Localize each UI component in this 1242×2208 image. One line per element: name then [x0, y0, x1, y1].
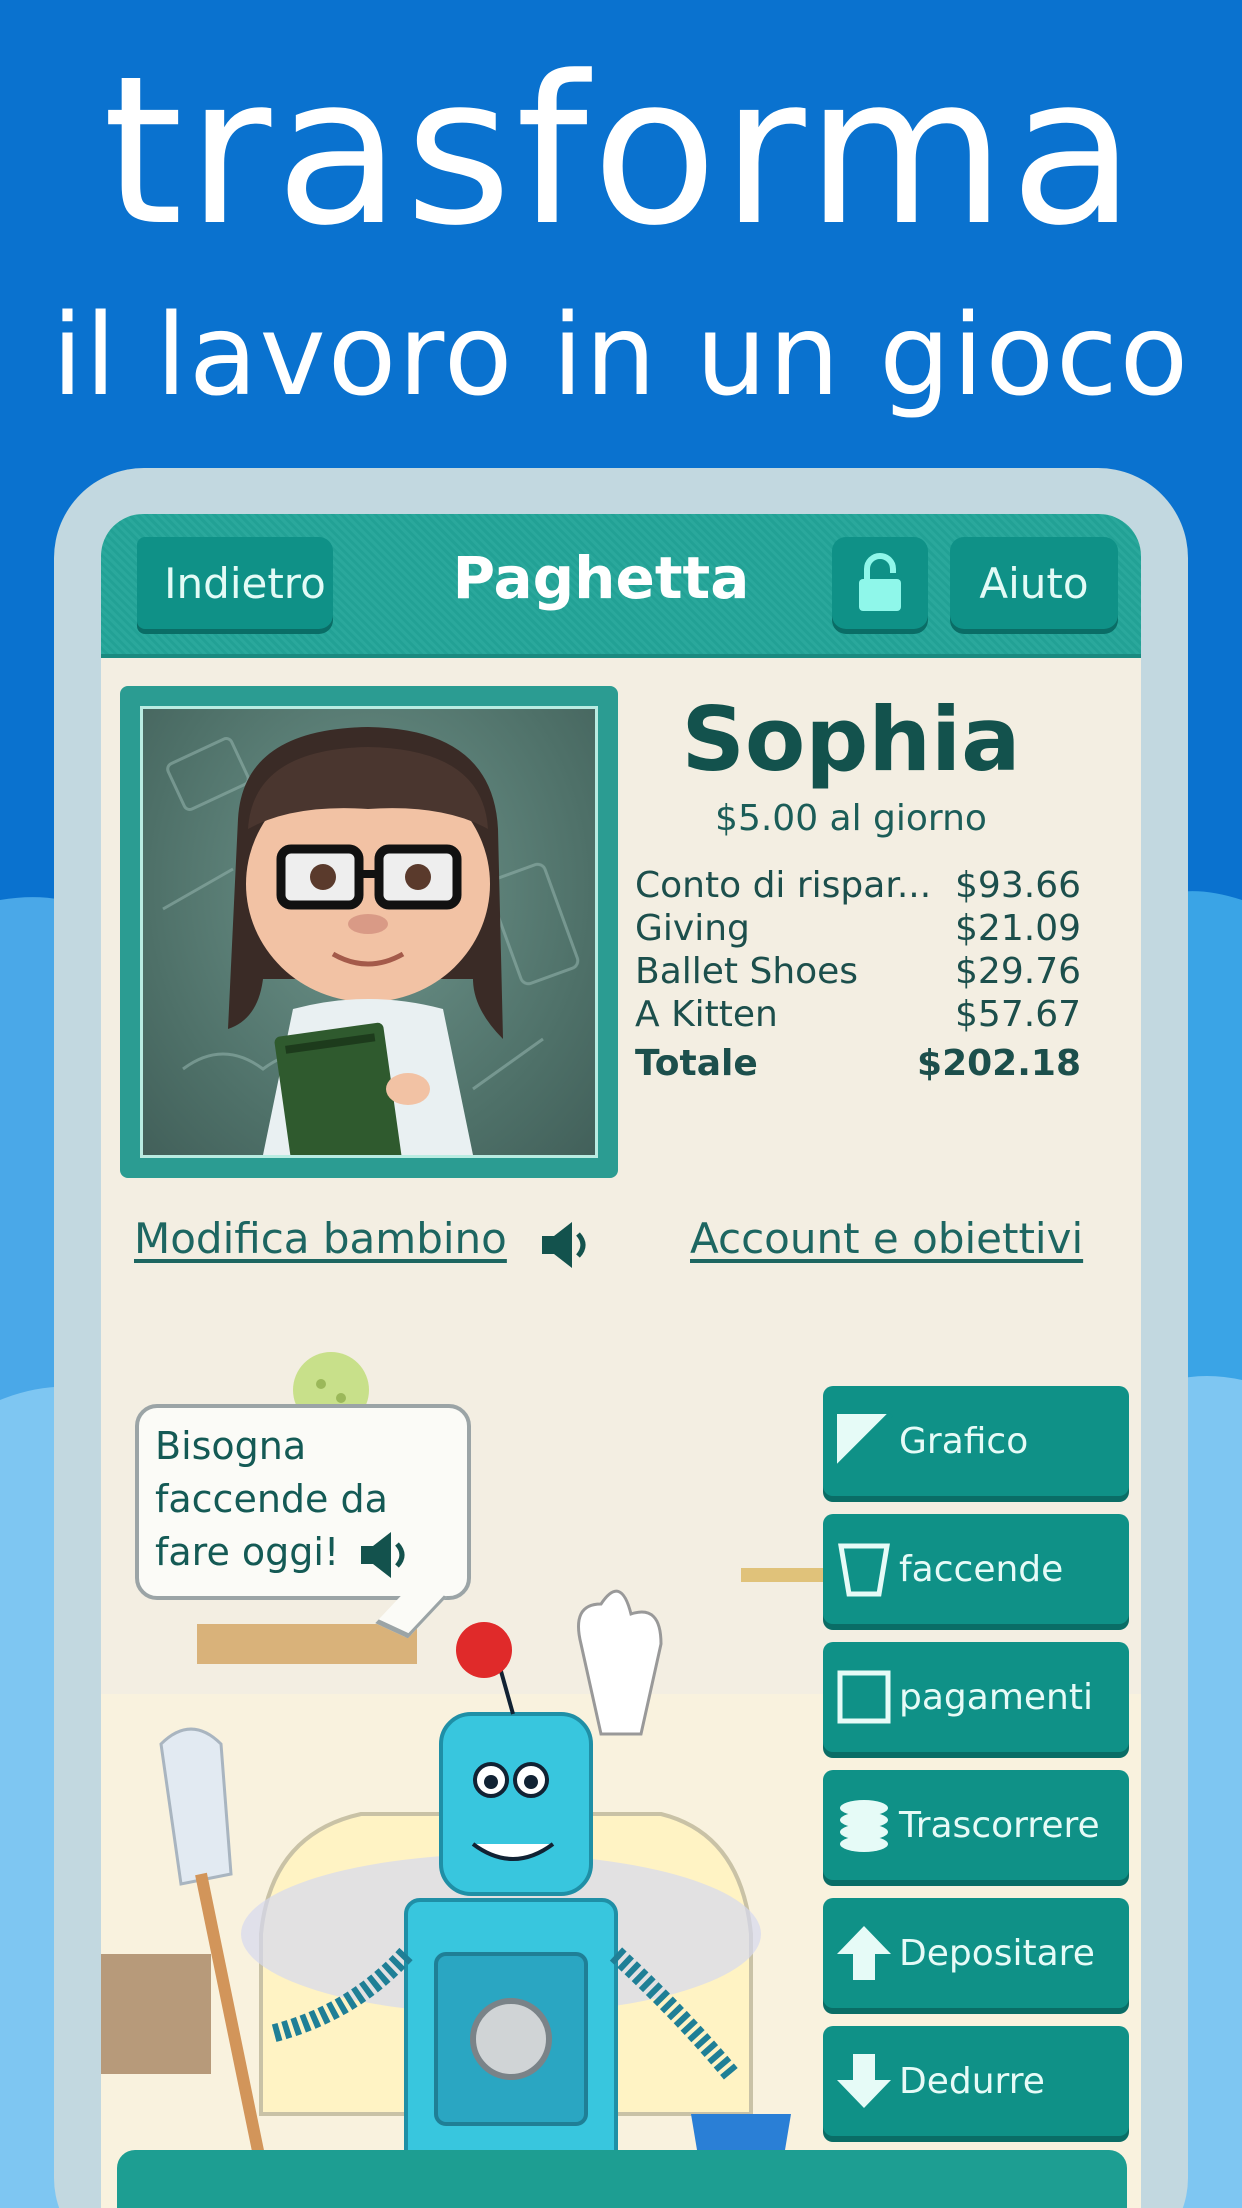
bubble-line: Bisogna: [155, 1424, 307, 1468]
chores-button[interactable]: faccende: [823, 1514, 1129, 1624]
arrow-down-icon: [837, 2054, 891, 2108]
girl-avatar-illustration: [162, 727, 580, 1155]
action-label: Dedurre: [899, 2060, 1045, 2102]
action-label: Grafico: [899, 1420, 1029, 1462]
checkbox-icon: [837, 1670, 891, 1724]
account-name: Conto di rispar...: [635, 865, 932, 906]
lock-button[interactable]: [832, 537, 928, 629]
account-amount: $21.09: [955, 908, 1081, 949]
total-row: Totale $202.18: [635, 1042, 1081, 1085]
account-name: Giving: [635, 908, 750, 949]
back-button[interactable]: Indietro: [137, 537, 333, 629]
speaker-icon[interactable]: [538, 1218, 592, 1272]
chart-icon: [835, 1412, 893, 1470]
avatar: [140, 706, 598, 1158]
action-label: faccende: [899, 1548, 1064, 1590]
account-row[interactable]: Giving $21.09: [635, 907, 1081, 950]
account-name: A Kitten: [635, 994, 778, 1035]
app-screen: Indietro Paghetta Aiuto Sophia $5.00 al …: [101, 514, 1141, 2208]
action-label: pagamenti: [899, 1676, 1093, 1718]
spend-button[interactable]: Trascorrere: [823, 1770, 1129, 1880]
action-label: Depositare: [899, 1932, 1095, 1974]
payments-button[interactable]: pagamenti: [823, 1642, 1129, 1752]
account-row[interactable]: Ballet Shoes $29.76: [635, 950, 1081, 993]
account-row[interactable]: Conto di rispar... $93.66: [635, 864, 1081, 907]
account-row[interactable]: A Kitten $57.67: [635, 993, 1081, 1036]
lock-icon: [859, 553, 901, 611]
accounts-list: Conto di rispar... $93.66 Giving $21.09 …: [635, 864, 1081, 1085]
allowance-rate: $5.00 al giorno: [715, 798, 987, 839]
bubble-line: faccende da: [155, 1477, 388, 1521]
chart-button[interactable]: Grafico: [823, 1386, 1129, 1496]
coins-icon: [840, 1800, 888, 1852]
accounts-goals-link[interactable]: Account e obiettivi: [690, 1214, 1083, 1263]
navigation-bar: Indietro Paghetta Aiuto: [101, 514, 1141, 658]
speaker-icon[interactable]: [357, 1528, 411, 1582]
page-title: Paghetta: [452, 544, 750, 612]
account-amount: $29.76: [955, 951, 1081, 992]
child-portrait[interactable]: [120, 686, 618, 1178]
arrow-up-icon: [837, 1926, 891, 1980]
child-name: Sophia: [681, 688, 1021, 791]
help-button[interactable]: Aiuto: [950, 537, 1118, 629]
total-label: Totale: [635, 1043, 758, 1084]
back-button-label: Indietro: [164, 558, 326, 608]
account-amount: $57.67: [955, 994, 1081, 1035]
headline-subtitle: il lavoro in un gioco: [51, 291, 1191, 421]
total-amount: $202.18: [917, 1043, 1081, 1084]
bucket-icon: [838, 1543, 890, 1597]
deposit-button[interactable]: Depositare: [823, 1898, 1129, 2008]
headline-title: trasforma: [102, 33, 1140, 271]
help-button-label: Aiuto: [979, 558, 1089, 608]
speech-bubble[interactable]: Bisogna faccende da fare oggi!: [135, 1404, 471, 1600]
account-name: Ballet Shoes: [635, 951, 859, 992]
edit-child-link[interactable]: Modifica bambino: [134, 1214, 507, 1263]
deduct-button[interactable]: Dedurre: [823, 2026, 1129, 2136]
bottom-bar: [117, 2150, 1127, 2208]
account-amount: $93.66: [955, 865, 1081, 906]
action-label: Trascorrere: [899, 1804, 1100, 1846]
